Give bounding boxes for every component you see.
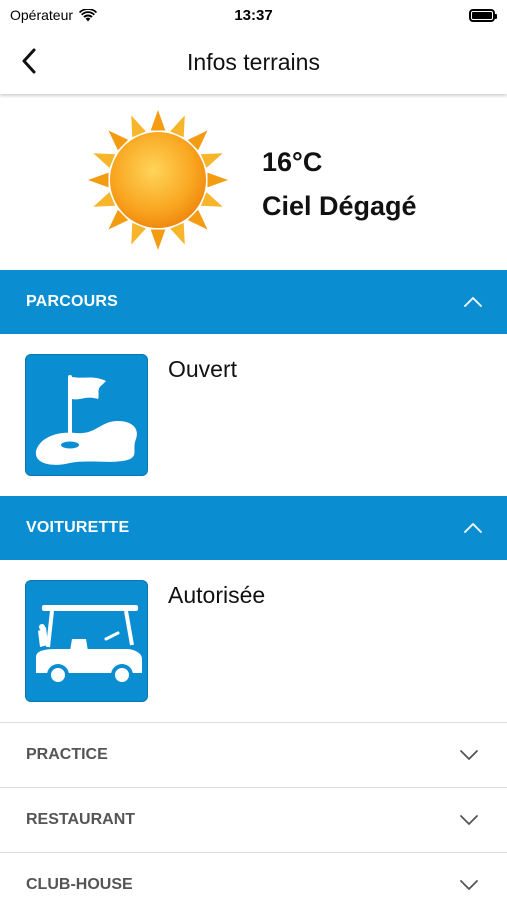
chevron-down-icon: [460, 815, 478, 825]
sun-ray: [131, 115, 146, 138]
sun-ray: [93, 192, 116, 207]
section-title: VOITURETTE: [26, 519, 130, 536]
sun-ray: [93, 153, 116, 168]
sun-ray: [88, 172, 109, 188]
wifi-icon: [79, 8, 98, 21]
chevron-down-icon: [460, 880, 478, 890]
sun-icon: [88, 110, 228, 250]
chevron-down-icon: [460, 750, 478, 760]
row-practice[interactable]: PRACTICE: [0, 722, 507, 787]
row-restaurant[interactable]: RESTAURANT: [0, 787, 507, 852]
status-bar: Opérateur 13:37: [0, 0, 507, 30]
section-title: PARCOURS: [26, 293, 118, 310]
course-status: Ouvert: [168, 356, 238, 382]
sun-ray: [170, 115, 185, 138]
row-club-house[interactable]: CLUB-HOUSE: [0, 852, 507, 917]
chevron-up-icon: [464, 523, 482, 533]
sun-ray: [150, 229, 166, 250]
sun-ray: [150, 110, 166, 131]
status-left: Opérateur: [10, 7, 98, 23]
battery-icon: [469, 8, 497, 22]
weather-condition: Ciel Dégagé: [262, 191, 417, 221]
section-header-voiturette[interactable]: VOITURETTE: [0, 496, 507, 560]
golf-cart-icon: [25, 580, 148, 702]
section-header-parcours[interactable]: PARCOURS: [0, 270, 507, 334]
sun-ray: [200, 153, 223, 168]
row-title: PRACTICE: [26, 746, 108, 763]
sun-ray: [200, 192, 223, 207]
section-body-parcours: Ouvert: [0, 334, 507, 496]
battery-level: [472, 11, 492, 19]
chevron-up-icon: [464, 297, 482, 307]
page-title: Infos terrains: [187, 48, 320, 75]
weather-panel: 16°C Ciel Dégagé: [0, 94, 507, 270]
carrier-label: Opérateur: [10, 7, 74, 23]
row-title: CLUB-HOUSE: [26, 876, 133, 893]
section-body-voiturette: Autorisée: [0, 560, 507, 722]
weather-text: 16°C Ciel Dégagé: [262, 140, 417, 228]
sun-ray: [207, 172, 228, 188]
navigation-bar: Infos terrains: [0, 30, 507, 94]
status-time: 13:37: [234, 6, 273, 24]
temperature: 16°C: [262, 147, 323, 177]
sun-ray: [170, 222, 185, 245]
golf-course-icon: [25, 354, 148, 476]
chevron-left-icon: [22, 48, 36, 74]
cart-status: Autorisée: [168, 582, 266, 608]
back-button[interactable]: [14, 44, 44, 78]
row-title: RESTAURANT: [26, 811, 136, 828]
sun-ray: [131, 222, 146, 245]
